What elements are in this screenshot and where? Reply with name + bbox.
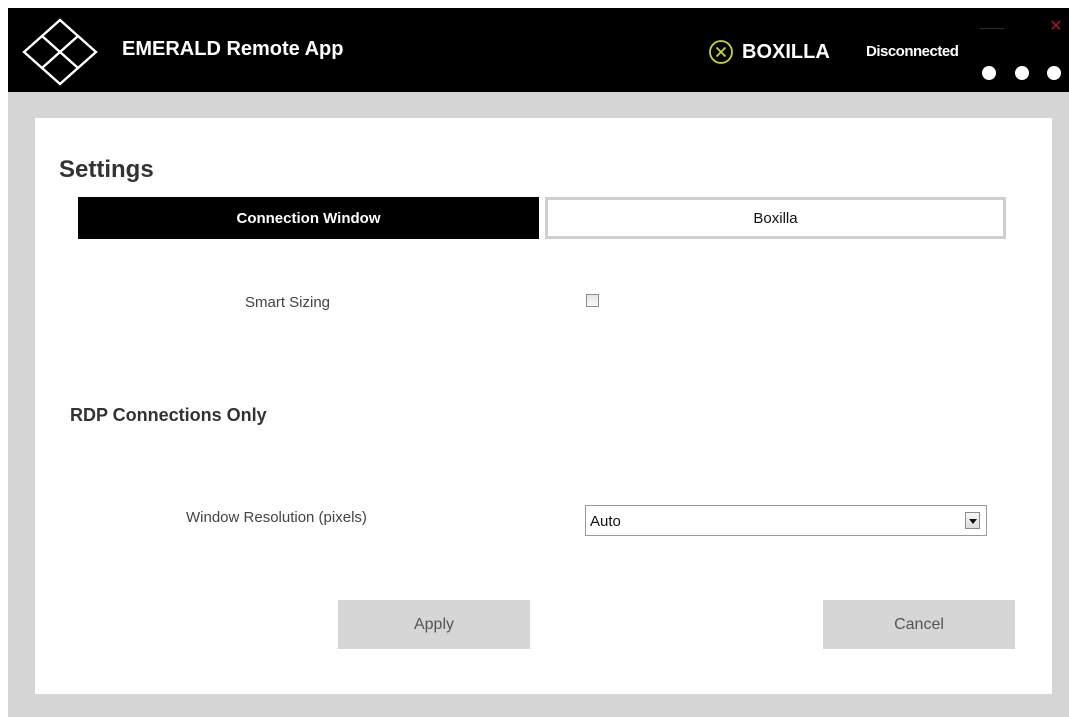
app-window: EMERALD Remote App BOXILLA Disconnected … — [8, 8, 1069, 717]
minimize-icon[interactable] — [980, 28, 1004, 29]
apply-button[interactable]: Apply — [338, 600, 530, 649]
circle-x-icon — [709, 40, 733, 64]
boxilla-label: BOXILLA — [742, 41, 830, 63]
more-menu-button[interactable] — [980, 64, 1064, 84]
tab-boxilla[interactable]: Boxilla — [545, 197, 1006, 239]
dot-icon — [1047, 66, 1061, 80]
title-bar: EMERALD Remote App BOXILLA Disconnected … — [8, 8, 1069, 92]
page-title: Settings — [59, 156, 154, 183]
rdp-section-heading: RDP Connections Only — [70, 405, 267, 425]
window-resolution-label: Window Resolution (pixels) — [186, 509, 367, 526]
dot-icon — [1015, 66, 1029, 80]
dot-icon — [982, 66, 996, 80]
smart-sizing-label: Smart Sizing — [245, 294, 331, 311]
window-resolution-select[interactable]: Auto — [585, 505, 987, 536]
dropdown-arrow-icon[interactable] — [965, 512, 980, 529]
close-icon[interactable]: ✕ — [1049, 19, 1063, 35]
emerald-logo-icon — [22, 18, 98, 86]
tab-connection-window[interactable]: Connection Window — [78, 197, 539, 239]
window-resolution-value: Auto — [590, 513, 621, 530]
smart-sizing-checkbox[interactable] — [586, 294, 599, 307]
settings-panel: Settings Connection Window Boxilla Smart… — [35, 118, 1052, 694]
cancel-button[interactable]: Cancel — [823, 600, 1015, 649]
app-title: EMERALD Remote App — [122, 38, 344, 60]
connection-status: Disconnected — [866, 43, 959, 60]
